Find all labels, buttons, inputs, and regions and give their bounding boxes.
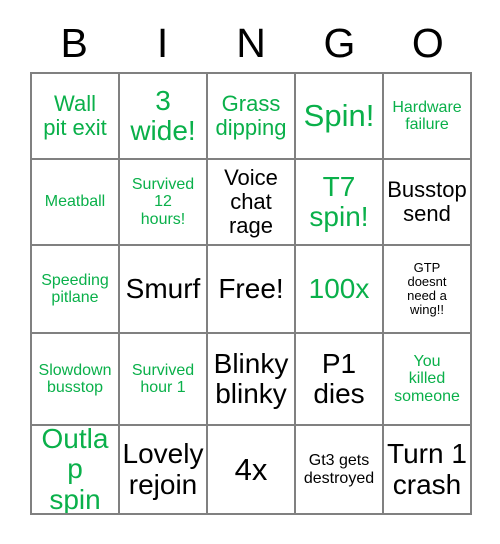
bingo-cell[interactable]: Voice chat rage [208,160,296,246]
bingo-cell-label: T7 spin! [309,170,369,232]
bingo-card: B I N G O Wall pit exit 3 wide! Grass dipp… [0,0,500,544]
bingo-cell-label: Wall pit exit [43,91,107,140]
bingo-cell[interactable]: Slowdown busstop [32,334,120,426]
bingo-header-letter-b: B [60,19,88,66]
bingo-cell[interactable]: Grass dipping [208,74,296,160]
bingo-cell[interactable]: Hardware failure [384,74,472,160]
bingo-cell-label: Gt3 gets destroyed [303,452,375,487]
bingo-cell-label: Spin! [303,98,375,134]
bingo-cell[interactable]: T7 spin! [296,160,384,246]
bingo-cell[interactable]: Speeding pitlane [32,246,120,334]
bingo-header-row: B I N G O [30,14,472,72]
bingo-cell[interactable]: 3 wide! [120,74,208,160]
bingo-cell-label: Survived 12 hours! [131,176,195,228]
bingo-cell[interactable]: Spin! [296,74,384,160]
bingo-header-letter-i: I [156,19,169,66]
bingo-cell[interactable]: Lovely rejoin [120,426,208,515]
bingo-cell[interactable]: You killed someone [384,334,472,426]
bingo-cell[interactable]: Blinky blinky [208,334,296,426]
bingo-cell[interactable]: Turn 1 crash [384,426,472,515]
bingo-grid: Wall pit exit 3 wide! Grass dipping Spin! Ha… [30,72,472,515]
bingo-cell[interactable]: Survived 12 hours! [120,160,208,246]
bingo-cell-label: Hardware failure [392,98,462,133]
bingo-cell-label: GTP doesnt need a wing!! [407,259,447,318]
bingo-cell[interactable]: Free! [208,246,296,334]
bingo-cell-label: Busstop send [387,177,467,226]
bingo-cell[interactable]: 4x [208,426,296,515]
bingo-cell[interactable]: Smurf [120,246,208,334]
bingo-cell[interactable]: Outlap spin [32,426,120,515]
bingo-cell[interactable]: P1 dies [296,334,384,426]
bingo-cell-label: Turn 1 crash [387,438,467,500]
bingo-header-letter-n: N [236,19,266,66]
bingo-cell-label: Meatball [44,193,106,211]
bingo-cell[interactable]: Survived hour 1 [120,334,208,426]
bingo-header-letter-g: G [323,19,356,66]
bingo-cell-label: Outlap spin [41,426,109,515]
bingo-cell[interactable]: Busstop send [384,160,472,246]
bingo-cell-label: 4x [234,451,268,487]
bingo-cell-label: Survived hour 1 [131,361,195,396]
bingo-cell-label: 100x [308,272,370,304]
bingo-cell[interactable]: Gt3 gets destroyed [296,426,384,515]
bingo-cell-label: Voice chat rage [224,165,278,238]
bingo-cell[interactable]: GTP doesnt need a wing!! [384,246,472,334]
bingo-cell[interactable]: Wall pit exit [32,74,120,160]
bingo-cell-label: Lovely rejoin [122,438,204,500]
bingo-cell-label: You killed someone [394,353,460,405]
bingo-cell[interactable]: 100x [296,246,384,334]
bingo-cell-label: Free! [218,272,284,304]
bingo-cell-label: Speeding pitlane [41,271,109,306]
bingo-cell-label: 3 wide! [130,84,196,146]
bingo-cell-label: Smurf [125,272,201,304]
bingo-cell-label: P1 dies [313,347,365,409]
bingo-cell-label: Slowdown busstop [38,361,112,396]
bingo-cell-label: Blinky blinky [213,347,289,409]
bingo-cell-label: Grass dipping [215,91,287,140]
bingo-header-letter-o: O [411,19,444,66]
bingo-cell[interactable]: Meatball [32,160,120,246]
